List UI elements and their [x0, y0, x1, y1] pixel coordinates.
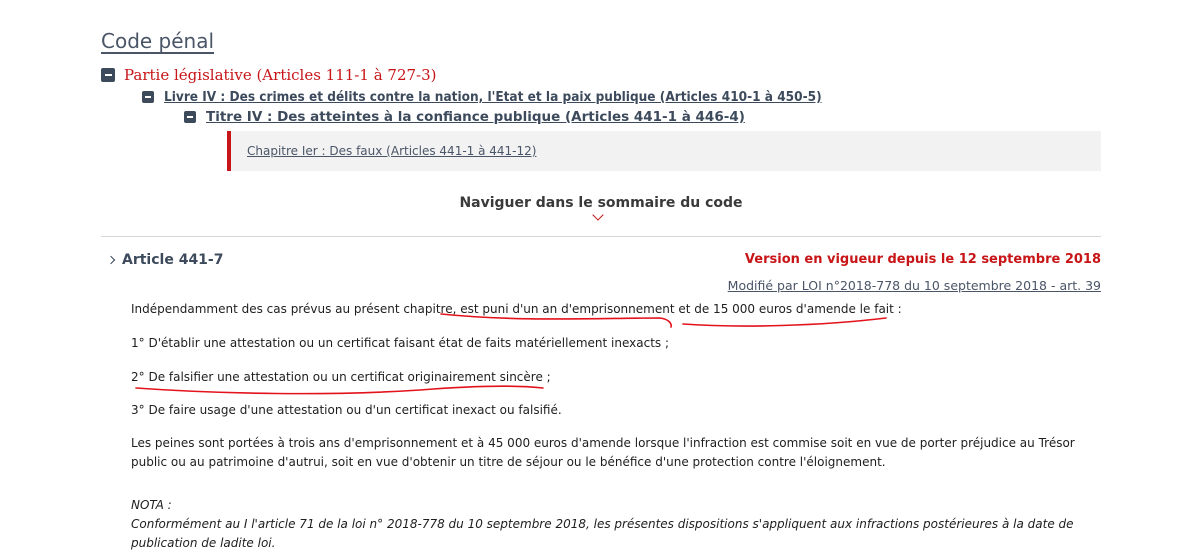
annotation-underline-3: [135, 385, 544, 395]
tree-item-partie-legislative[interactable]: Partie législative (Articles 111-1 à 727…: [101, 66, 437, 84]
collapse-icon[interactable]: [142, 91, 154, 103]
chevron-right-icon[interactable]: [106, 255, 116, 265]
collapse-icon[interactable]: [101, 68, 115, 82]
tree-item-titre-iv[interactable]: Titre IV : Des atteintes à la confiance …: [184, 109, 745, 125]
article-paragraph: Les peines sont portées à trois ans d'em…: [131, 436, 1075, 469]
article-paragraph: 1° D'établir une attestation ou un certi…: [131, 336, 670, 350]
article-paragraph: Indépendamment des cas prévus au présent…: [131, 302, 902, 316]
modified-by-link[interactable]: Modifié par LOI n°2018-778 du 10 septemb…: [728, 278, 1101, 293]
chapter-link[interactable]: Chapitre Ier : Des faux (Articles 441-1 …: [247, 144, 536, 158]
tree-item-livre-iv[interactable]: Livre IV : Des crimes et délits contre l…: [142, 89, 822, 105]
annotation-underline-2: [682, 317, 887, 327]
collapse-icon[interactable]: [184, 111, 196, 123]
tree-item-label[interactable]: Titre IV : Des atteintes à la confiance …: [206, 109, 745, 125]
chapter-box: Chapitre Ier : Des faux (Articles 441-1 …: [227, 131, 1101, 171]
article-paragraph: 2° De falsifier une attestation ou un ce…: [131, 370, 551, 384]
tree-item-label[interactable]: Livre IV : Des crimes et délits contre l…: [164, 89, 822, 105]
article-paragraph: 3° De faire usage d'une attestation ou d…: [131, 403, 562, 417]
nota-text: Conformément au I l'article 71 de la loi…: [131, 517, 1074, 550]
divider: [101, 236, 1101, 237]
page-title[interactable]: Code pénal: [101, 29, 214, 53]
chevron-down-icon[interactable]: [592, 209, 604, 221]
article-header[interactable]: Article 441-7: [106, 252, 223, 268]
tree-item-label[interactable]: Partie législative (Articles 111-1 à 727…: [124, 66, 437, 84]
nav-summary-label[interactable]: Naviguer dans le sommaire du code: [459, 195, 742, 211]
nota-label: NOTA :: [131, 498, 172, 512]
article-title[interactable]: Article 441-7: [122, 252, 223, 268]
nav-summary-toggle[interactable]: Naviguer dans le sommaire du code: [101, 192, 1101, 211]
version-status: Version en vigueur depuis le 12 septembr…: [744, 252, 1101, 267]
